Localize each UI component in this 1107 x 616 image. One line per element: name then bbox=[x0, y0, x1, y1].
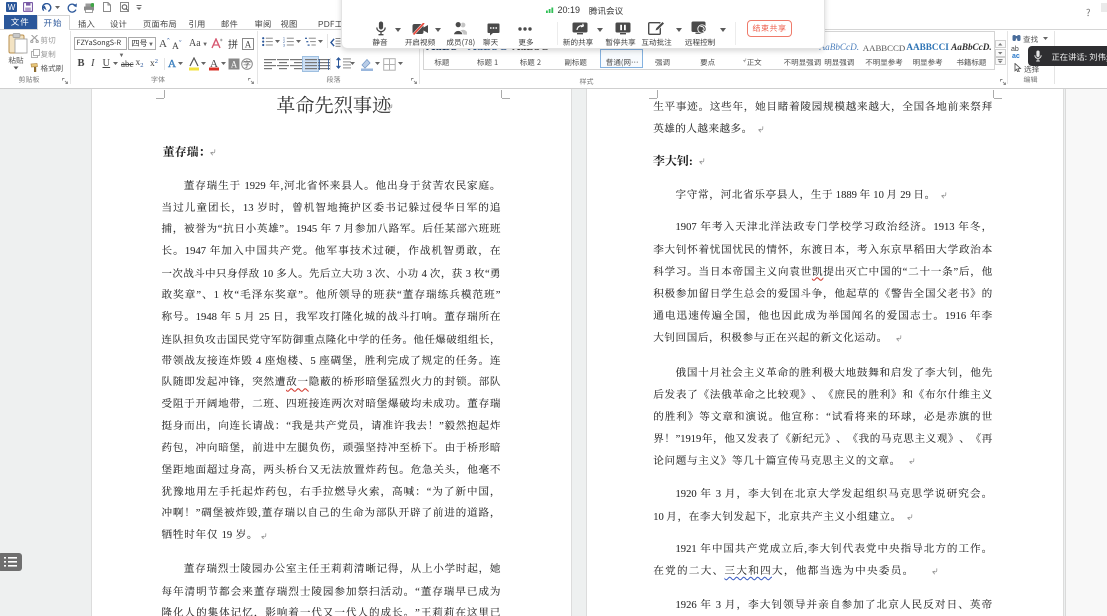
svg-text:拼: 拼 bbox=[228, 38, 238, 50]
svg-text:字: 字 bbox=[243, 59, 251, 70]
svg-text:W: W bbox=[7, 3, 15, 12]
svg-text:3: 3 bbox=[283, 43, 285, 47]
svg-text:A: A bbox=[231, 59, 238, 69]
svg-text:A: A bbox=[244, 39, 251, 49]
